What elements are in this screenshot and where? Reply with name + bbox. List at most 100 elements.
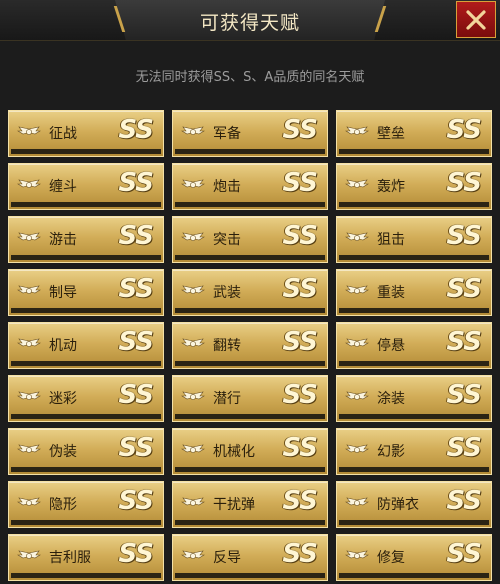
talent-grade-badge: SS <box>446 486 482 516</box>
talent-item[interactable]: 迷彩 SS <box>8 375 164 422</box>
talent-item[interactable]: 吉利服 SS <box>8 534 164 581</box>
talent-item[interactable]: 壁垒 SS <box>336 110 492 157</box>
talent-name: 武装 <box>213 285 241 301</box>
wing-emblem-icon <box>345 285 369 294</box>
talent-name: 吉利服 <box>49 550 91 566</box>
wing-emblem-icon <box>17 179 41 188</box>
talent-grade-badge: SS <box>282 168 318 198</box>
wing-emblem-icon <box>17 444 41 453</box>
talent-item[interactable]: 炮击 SS <box>172 163 328 210</box>
talent-grade-badge: SS <box>446 221 482 251</box>
talent-name: 游击 <box>49 232 77 248</box>
talent-item[interactable]: 征战 SS <box>8 110 164 157</box>
wing-emblem-icon <box>181 285 205 294</box>
wing-emblem-icon <box>181 338 205 347</box>
talent-grade-badge: SS <box>118 486 154 516</box>
wing-emblem-icon <box>345 550 369 559</box>
talent-name: 反导 <box>213 550 241 566</box>
talent-name: 翻转 <box>213 338 241 354</box>
talent-name: 轰炸 <box>377 179 405 195</box>
wing-emblem-icon <box>17 550 41 559</box>
talent-item[interactable]: 幻影 SS <box>336 428 492 475</box>
wing-emblem-icon <box>181 179 205 188</box>
talent-item[interactable]: 翻转 SS <box>172 322 328 369</box>
close-button[interactable] <box>456 1 496 38</box>
wing-emblem-icon <box>345 232 369 241</box>
talent-item[interactable]: 修复 SS <box>336 534 492 581</box>
talent-grade-badge: SS <box>446 274 482 304</box>
talent-name: 狙击 <box>377 232 405 248</box>
close-icon <box>466 9 486 30</box>
talent-name: 干扰弹 <box>213 497 255 513</box>
talent-item[interactable]: 轰炸 SS <box>336 163 492 210</box>
wing-emblem-icon <box>345 179 369 188</box>
talent-grade-badge: SS <box>446 433 482 463</box>
wing-emblem-icon <box>17 497 41 506</box>
talent-grade-badge: SS <box>118 115 154 145</box>
talent-item[interactable]: 制导 SS <box>8 269 164 316</box>
talent-grid: 征战 SS 军备 SS 壁垒 SS 缠斗 SS 炮击 SS 轰炸 SS 游击 SS 突击 SS 狙击 SS 制导 SS… <box>8 110 492 581</box>
talent-item[interactable]: 狙击 SS <box>336 216 492 263</box>
talent-name: 机动 <box>49 338 77 354</box>
wing-emblem-icon <box>345 497 369 506</box>
talent-item[interactable]: 干扰弹 SS <box>172 481 328 528</box>
talent-item[interactable]: 停悬 SS <box>336 322 492 369</box>
talent-item[interactable]: 隐形 SS <box>8 481 164 528</box>
wing-emblem-icon <box>345 391 369 400</box>
talent-name: 幻影 <box>377 444 405 460</box>
talent-item[interactable]: 伪装 SS <box>8 428 164 475</box>
talent-grade-badge: SS <box>118 221 154 251</box>
talent-item[interactable]: 重装 SS <box>336 269 492 316</box>
wing-emblem-icon <box>345 126 369 135</box>
talent-name: 制导 <box>49 285 77 301</box>
talent-item[interactable]: 突击 SS <box>172 216 328 263</box>
wing-emblem-icon <box>17 391 41 400</box>
talent-name: 炮击 <box>213 179 241 195</box>
talent-item[interactable]: 涂装 SS <box>336 375 492 422</box>
dialog-title: 可获得天赋 <box>199 12 300 34</box>
talent-item[interactable]: 武装 SS <box>172 269 328 316</box>
talent-item[interactable]: 缠斗 SS <box>8 163 164 210</box>
talent-grade-badge: SS <box>446 380 482 410</box>
talent-grade-badge: SS <box>282 486 318 516</box>
talent-grade-badge: SS <box>282 327 318 357</box>
talent-item[interactable]: 机动 SS <box>8 322 164 369</box>
talent-grade-badge: SS <box>446 327 482 357</box>
talent-grade-badge: SS <box>118 327 154 357</box>
talent-name: 机械化 <box>213 444 255 460</box>
talent-grade-badge: SS <box>446 168 482 198</box>
wing-emblem-icon <box>181 126 205 135</box>
talent-grade-badge: SS <box>118 433 154 463</box>
wing-emblem-icon <box>345 444 369 453</box>
talent-name: 防弹衣 <box>377 497 419 513</box>
talent-grade-badge: SS <box>446 539 482 569</box>
talent-name: 军备 <box>213 126 241 142</box>
talent-grade-badge: SS <box>282 115 318 145</box>
talent-item[interactable]: 机械化 SS <box>172 428 328 475</box>
talent-name: 伪装 <box>49 444 77 460</box>
wing-emblem-icon <box>181 232 205 241</box>
talent-name: 征战 <box>49 126 77 142</box>
talent-item[interactable]: 防弹衣 SS <box>336 481 492 528</box>
wing-emblem-icon <box>181 391 205 400</box>
wing-emblem-icon <box>17 285 41 294</box>
talent-name: 隐形 <box>49 497 77 513</box>
talent-grade-badge: SS <box>282 539 318 569</box>
talent-item[interactable]: 反导 SS <box>172 534 328 581</box>
wing-emblem-icon <box>17 232 41 241</box>
talent-item[interactable]: 游击 SS <box>8 216 164 263</box>
wing-emblem-icon <box>17 338 41 347</box>
talent-rule-note: 无法同时获得SS、S、A品质的同名天赋 <box>135 70 365 85</box>
talent-name: 缠斗 <box>49 179 77 195</box>
talent-grade-badge: SS <box>282 433 318 463</box>
wing-emblem-icon <box>17 126 41 135</box>
wing-emblem-icon <box>181 550 205 559</box>
talent-grade-badge: SS <box>118 380 154 410</box>
talent-name: 停悬 <box>377 338 405 354</box>
talent-grade-badge: SS <box>282 221 318 251</box>
talent-name: 迷彩 <box>49 391 77 407</box>
talent-item[interactable]: 潜行 SS <box>172 375 328 422</box>
talent-item[interactable]: 军备 SS <box>172 110 328 157</box>
talent-name: 突击 <box>213 232 241 248</box>
wing-emblem-icon <box>181 497 205 506</box>
